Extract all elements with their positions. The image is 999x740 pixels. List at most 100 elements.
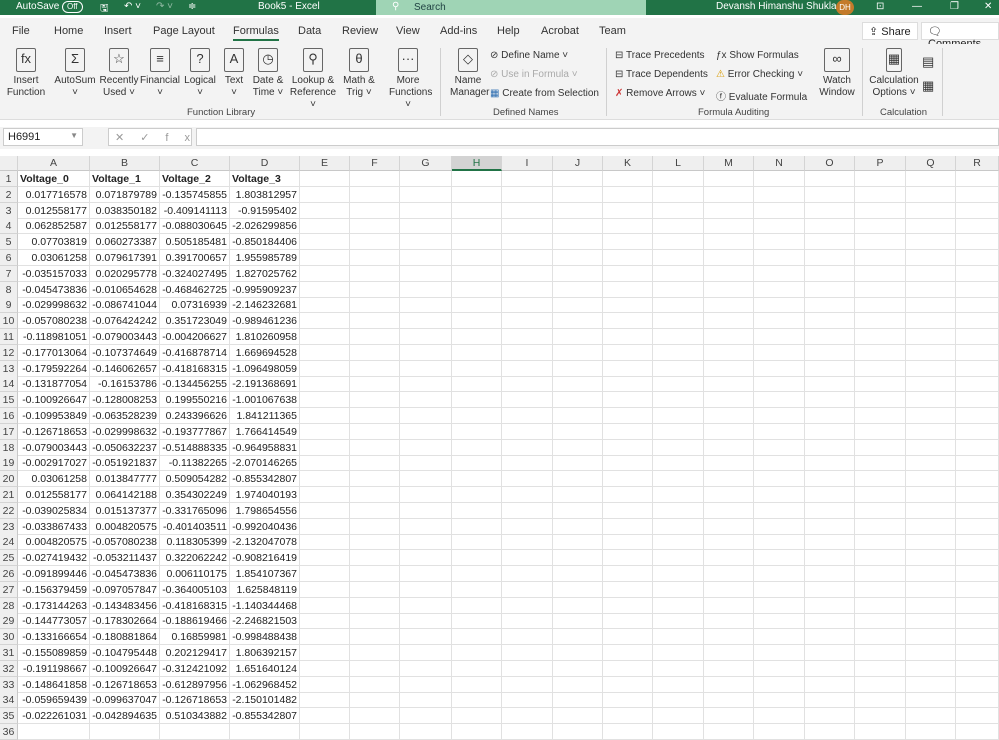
cell[interactable] <box>400 202 452 219</box>
cell[interactable]: -0.964958831 <box>230 439 300 456</box>
tab-view[interactable]: View <box>396 25 420 37</box>
cell[interactable] <box>855 455 906 472</box>
cell[interactable] <box>300 234 350 251</box>
column-header[interactable]: H <box>452 156 502 171</box>
cell[interactable] <box>400 218 452 235</box>
cell[interactable] <box>704 171 754 187</box>
cell[interactable] <box>603 645 653 661</box>
cell[interactable] <box>603 234 653 251</box>
cell[interactable] <box>754 566 805 582</box>
cell[interactable] <box>956 629 999 646</box>
cell[interactable] <box>452 597 502 614</box>
cell[interactable] <box>553 329 603 345</box>
cell[interactable]: 0.07316939 <box>160 297 230 314</box>
cell[interactable] <box>603 360 653 377</box>
cell[interactable] <box>653 329 704 345</box>
formula-buttons[interactable]: ✕✓fx <box>108 128 192 146</box>
cell[interactable] <box>906 692 956 709</box>
cell[interactable] <box>452 202 502 219</box>
cell[interactable] <box>603 724 653 740</box>
cell[interactable] <box>300 344 350 361</box>
cell[interactable]: 0.006110175 <box>160 566 230 582</box>
cell[interactable]: -2.146232681 <box>230 297 300 314</box>
row-header[interactable]: 2 <box>0 186 18 203</box>
cell[interactable] <box>855 518 906 535</box>
cell[interactable] <box>350 597 400 614</box>
cell[interactable] <box>300 660 350 677</box>
cell[interactable] <box>300 581 350 598</box>
cell[interactable]: -2.070146265 <box>230 455 300 472</box>
cell[interactable] <box>855 360 906 377</box>
cell[interactable]: -0.029998632 <box>18 297 90 314</box>
cell[interactable] <box>855 613 906 630</box>
cell[interactable]: 1.841211365 <box>230 408 300 424</box>
cell[interactable] <box>300 376 350 393</box>
row-header[interactable]: 6 <box>0 250 18 266</box>
row-header[interactable]: 21 <box>0 487 18 503</box>
function-button[interactable]: ⚲ Lookup & Reference ˅ <box>288 48 338 111</box>
cell[interactable] <box>502 313 553 330</box>
cell[interactable] <box>704 550 754 567</box>
show-formulas-button[interactable]: ƒx Show Formulas <box>716 50 799 61</box>
cell[interactable]: -0.401403511 <box>160 518 230 535</box>
cell[interactable]: 1.766414549 <box>230 423 300 440</box>
cell[interactable]: -0.086741044 <box>90 297 160 314</box>
cell[interactable]: 0.03061258 <box>18 471 90 488</box>
cell[interactable] <box>754 676 805 693</box>
cell[interactable] <box>400 518 452 535</box>
cell[interactable]: -0.027419432 <box>18 550 90 567</box>
cell[interactable] <box>805 186 855 203</box>
cell[interactable]: 0.202129417 <box>160 645 230 661</box>
cell[interactable] <box>350 455 400 472</box>
cell[interactable] <box>603 392 653 409</box>
remove-arrows-button[interactable]: ✗ Remove Arrows ˅ <box>615 88 705 99</box>
cell[interactable] <box>553 408 603 424</box>
cell[interactable]: -0.143483456 <box>90 597 160 614</box>
cell[interactable] <box>502 629 553 646</box>
cell[interactable] <box>956 250 999 266</box>
cell[interactable] <box>502 692 553 709</box>
cell[interactable] <box>300 613 350 630</box>
cell[interactable] <box>704 297 754 314</box>
cell[interactable] <box>906 408 956 424</box>
cell[interactable] <box>300 313 350 330</box>
cell[interactable] <box>805 724 855 740</box>
cell[interactable]: -0.035157033 <box>18 265 90 282</box>
cell[interactable] <box>400 581 452 598</box>
cell[interactable] <box>502 534 553 551</box>
cell[interactable] <box>704 534 754 551</box>
cell[interactable] <box>452 629 502 646</box>
cell[interactable]: -2.026299856 <box>230 218 300 235</box>
cell[interactable]: 0.510343882 <box>160 708 230 725</box>
cell[interactable]: -0.191198667 <box>18 660 90 677</box>
cell[interactable] <box>805 171 855 187</box>
create-from-selection-button[interactable]: ▦ Create from Selection <box>490 88 599 99</box>
cell[interactable] <box>653 202 704 219</box>
cell[interactable] <box>502 581 553 598</box>
cell[interactable] <box>906 471 956 488</box>
column-header[interactable]: M <box>704 156 754 171</box>
cell[interactable] <box>754 408 805 424</box>
cell[interactable] <box>956 455 999 472</box>
cell[interactable] <box>350 408 400 424</box>
cell[interactable] <box>906 329 956 345</box>
cell[interactable] <box>400 265 452 282</box>
cell[interactable] <box>906 250 956 266</box>
cell[interactable] <box>855 329 906 345</box>
cell[interactable] <box>502 218 553 235</box>
cell[interactable] <box>400 645 452 661</box>
cell[interactable] <box>452 186 502 203</box>
cell[interactable] <box>754 613 805 630</box>
cell[interactable] <box>350 581 400 598</box>
row-header[interactable]: 29 <box>0 613 18 630</box>
cell[interactable] <box>805 502 855 519</box>
cell[interactable] <box>704 487 754 503</box>
calculation-options-button[interactable]: ▦ Calculation Options ˅ <box>868 48 920 99</box>
tab-page-layout[interactable]: Page Layout <box>153 25 215 37</box>
cell[interactable]: -0.11382265 <box>160 455 230 472</box>
cell[interactable] <box>603 502 653 519</box>
cell[interactable]: -2.191368691 <box>230 376 300 393</box>
cell[interactable] <box>956 423 999 440</box>
cell[interactable]: -0.100926647 <box>18 392 90 409</box>
cell[interactable] <box>653 581 704 598</box>
